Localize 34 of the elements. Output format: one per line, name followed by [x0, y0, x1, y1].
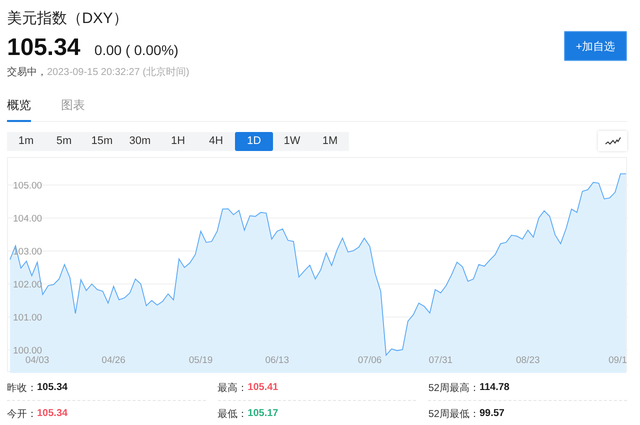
- x-axis-label: 06/13: [265, 355, 289, 366]
- y-axis-label: 105.00: [13, 180, 42, 192]
- stat-value: 105.34: [37, 382, 68, 393]
- stat-label: 52周最高：: [428, 382, 480, 394]
- chart-type-button[interactable]: [598, 131, 627, 151]
- y-axis-label: 104.00: [13, 214, 42, 225]
- add-to-watchlist-button[interactable]: +加自选: [564, 31, 627, 61]
- x-axis-label: 04/03: [25, 355, 50, 366]
- stat-label: 今开：: [7, 408, 37, 420]
- trading-status: 交易中，: [7, 66, 47, 79]
- timestamp: 2023-09-15 20:32:27 (北京时间): [47, 66, 190, 79]
- range-button[interactable]: 1D: [235, 132, 273, 150]
- stat-value: 105.34: [37, 408, 68, 419]
- x-axis-label: 07/06: [358, 355, 382, 366]
- y-axis-label: 101.00: [13, 312, 42, 324]
- stat-label: 52周最低：: [428, 408, 480, 420]
- stat-value: 114.78: [479, 382, 510, 393]
- line-chart-icon: [604, 136, 620, 146]
- x-axis-label: 09/1: [608, 355, 627, 366]
- y-axis-label: 100.00: [13, 345, 42, 356]
- x-axis-label: 04/26: [102, 355, 126, 366]
- price-change: 0.00 ( 0.00%): [94, 42, 178, 58]
- stat-label: 最高：: [218, 382, 248, 394]
- stat-value: 105.41: [248, 382, 278, 393]
- price: 105.34: [7, 34, 80, 62]
- tab[interactable]: 概览: [7, 93, 31, 122]
- stat-label: 昨收：: [7, 382, 37, 394]
- instrument-title: 美元指数（DXY）: [7, 9, 129, 28]
- x-axis-label: 05/19: [188, 355, 213, 366]
- stat-label: 最低：: [218, 408, 248, 420]
- stat-value: 105.17: [248, 408, 278, 419]
- x-axis-label: 08/23: [516, 355, 540, 366]
- x-axis-label: 07/31: [428, 355, 453, 366]
- stat-value: 99.57: [479, 408, 504, 419]
